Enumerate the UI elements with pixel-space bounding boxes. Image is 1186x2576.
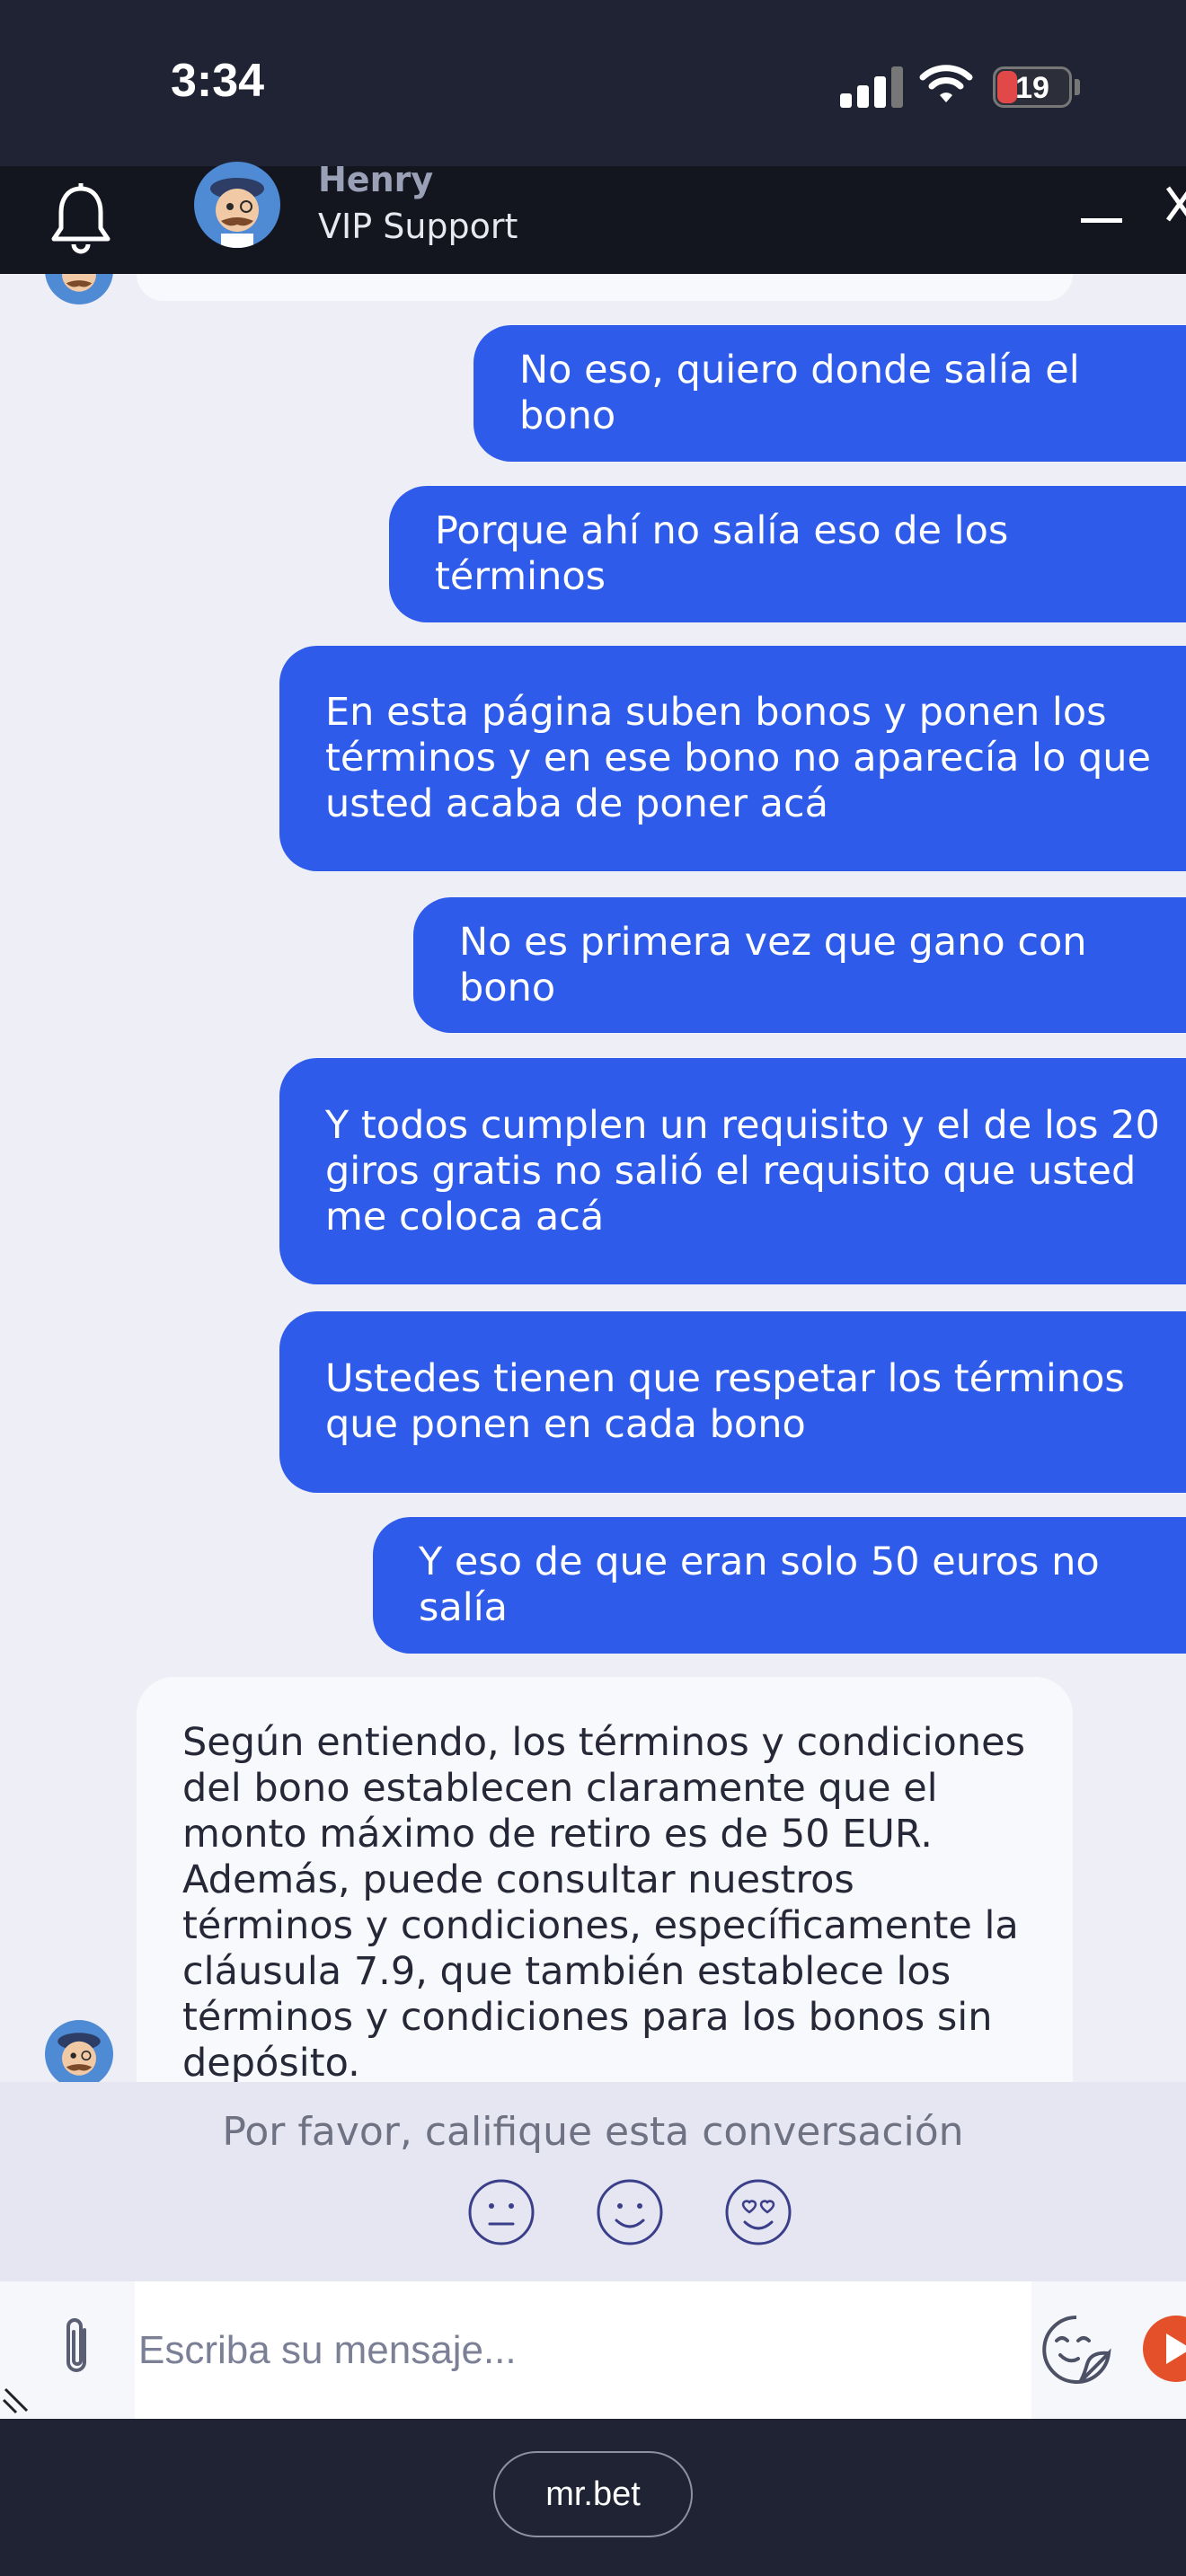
rating-prompt: Por favor, califique esta conversación <box>222 2109 964 2155</box>
user-message: Porque ahí no salía eso de los términos <box>389 486 1186 622</box>
agent-name: Henry <box>318 160 434 199</box>
minimize-button[interactable] <box>1081 218 1122 223</box>
status-time: 3:34 <box>171 55 265 107</box>
battery-level: 19 <box>1015 71 1049 105</box>
status-bar: 3:34 19 <box>0 0 1186 166</box>
browser-bottom-bar: mr.bet <box>0 2419 1186 2576</box>
resize-handle-icon <box>2 2387 29 2414</box>
heart-eyes-face-icon[interactable] <box>723 2177 793 2247</box>
neutral-face-icon[interactable] <box>466 2177 536 2247</box>
agent-avatar-small <box>45 274 113 304</box>
user-message: En esta página suben bonos y ponen los t… <box>279 646 1186 871</box>
user-message: No es primera vez que gano con bono <box>413 897 1186 1033</box>
agent-message: Según entiendo, los términos y condicion… <box>137 1677 1073 2082</box>
chat-header <box>0 166 1186 274</box>
agent-avatar <box>194 162 280 248</box>
close-icon[interactable] <box>1164 184 1186 224</box>
smile-face-icon[interactable] <box>595 2177 665 2247</box>
message-composer <box>0 2281 1186 2419</box>
user-message: No eso, quiero donde salía el bono <box>474 325 1186 462</box>
cellular-signal-icon <box>840 66 903 108</box>
paperclip-icon[interactable] <box>58 2316 97 2380</box>
agent-role: VIP Support <box>318 207 518 246</box>
previous-agent-message <box>137 274 1073 301</box>
user-message: Y eso de que eran solo 50 euros no salía <box>373 1517 1186 1654</box>
sticker-icon[interactable] <box>1040 2314 1112 2386</box>
send-button[interactable] <box>1143 2316 1186 2382</box>
url-bar[interactable]: mr.bet <box>493 2451 693 2537</box>
agent-avatar-small <box>45 2020 113 2082</box>
user-message: Ustedes tienen que respetar los términos… <box>279 1311 1186 1493</box>
send-arrow-icon <box>1166 2333 1186 2364</box>
user-message: Y todos cumplen un requisito y el de los… <box>279 1058 1186 1284</box>
rating-panel: Por favor, califique esta conversación <box>0 2082 1186 2281</box>
battery-icon: 19 <box>993 66 1072 108</box>
bell-icon[interactable] <box>47 181 115 257</box>
chat-messages[interactable]: No eso, quiero donde salía el bono Porqu… <box>0 274 1186 2082</box>
wifi-icon <box>919 65 973 102</box>
message-input[interactable] <box>135 2281 1031 2419</box>
